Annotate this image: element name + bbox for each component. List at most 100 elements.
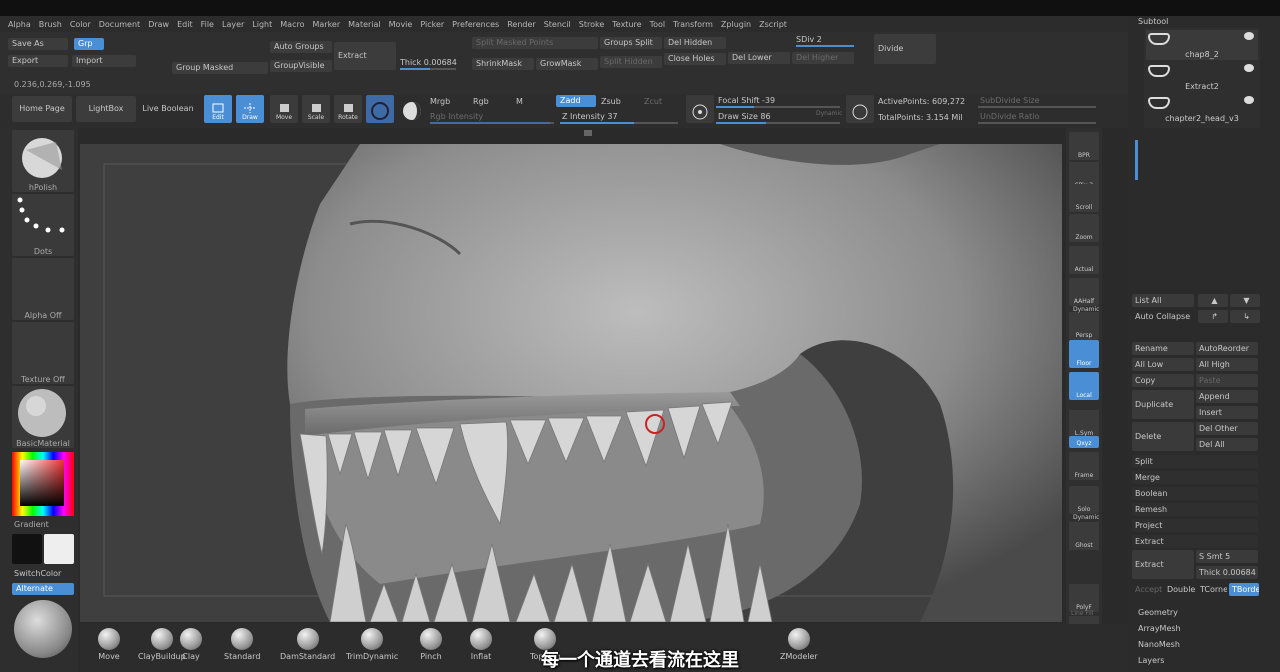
split-masked-points-button[interactable]: Split Masked Points <box>472 37 598 49</box>
draw-size-slider[interactable] <box>716 122 840 124</box>
main-color-swatch[interactable] <box>12 534 42 564</box>
visibility-eye-icon[interactable] <box>1244 32 1254 40</box>
menu-zscript[interactable]: Zscript <box>759 20 787 29</box>
grow-mask-button[interactable]: GrowMask <box>536 58 598 70</box>
menu-layer[interactable]: Layer <box>222 20 244 29</box>
menu-draw[interactable]: Draw <box>148 20 169 29</box>
menu-alpha[interactable]: Alpha <box>8 20 31 29</box>
subtool-scrollbar[interactable] <box>1135 140 1138 180</box>
visibility-eye-icon[interactable] <box>1244 96 1254 104</box>
split-hidden-button[interactable]: Split Hidden <box>600 56 662 68</box>
save-as-button[interactable]: Save As <box>8 38 68 50</box>
remesh-section[interactable]: Remesh <box>1132 503 1258 516</box>
arrow-up-right-button[interactable]: ↱ <box>1198 310 1228 323</box>
arrow-down-right-button[interactable]: ↳ <box>1230 310 1260 323</box>
del-hidden-button[interactable]: Del Hidden <box>664 37 726 49</box>
viewport-canvas[interactable] <box>80 144 1062 622</box>
draw-button[interactable]: Draw <box>236 95 264 123</box>
focal-shift-slider[interactable] <box>716 106 840 108</box>
menu-material[interactable]: Material <box>348 20 381 29</box>
switch-color-button[interactable]: SwitchColor <box>14 569 61 578</box>
zcut-toggle[interactable]: Zcut <box>644 97 662 106</box>
rename-button[interactable]: Rename <box>1132 342 1194 355</box>
subtool-item[interactable]: chap8_2 <box>1146 30 1258 60</box>
rgb-toggle[interactable]: Rgb <box>473 97 489 106</box>
geometry-section[interactable]: Geometry <box>1138 608 1178 617</box>
rotate-button[interactable]: Rotate <box>334 95 362 123</box>
right-bpr-button[interactable]: BPR <box>1069 132 1099 160</box>
menu-stroke[interactable]: Stroke <box>579 20 605 29</box>
duplicate-button[interactable]: Duplicate <box>1132 390 1194 419</box>
menu-preferences[interactable]: Preferences <box>452 20 499 29</box>
array-mesh-section[interactable]: ArrayMesh <box>1138 624 1181 633</box>
group-visible-button[interactable]: GroupVisible <box>270 60 332 72</box>
del-lower-button[interactable]: Del Lower <box>728 52 790 64</box>
auto-groups-button[interactable]: Auto Groups <box>270 41 332 53</box>
split-section[interactable]: Split <box>1132 455 1258 468</box>
menu-light[interactable]: Light <box>252 20 272 29</box>
home-page-button[interactable]: Home Page <box>12 96 72 122</box>
divide-button[interactable]: Divide <box>874 34 936 64</box>
menu-file[interactable]: File <box>201 20 214 29</box>
tborde-toggle[interactable]: TBorde <box>1229 583 1259 596</box>
menu-render[interactable]: Render <box>507 20 535 29</box>
menu-tool[interactable]: Tool <box>650 20 666 29</box>
right-solo-button[interactable]: Solo <box>1069 486 1099 514</box>
right-l-sym-button[interactable]: L.Sym <box>1069 410 1099 438</box>
right-persp-button[interactable]: Persp <box>1069 312 1099 340</box>
subtool-item[interactable]: Extract2 <box>1146 62 1258 92</box>
tcorne-toggle[interactable]: TCorne <box>1197 583 1227 596</box>
group-masked-button[interactable]: Group Masked <box>172 62 268 74</box>
z-intensity-slider[interactable] <box>560 122 678 124</box>
right-actual-button[interactable]: Actual <box>1069 246 1099 274</box>
visibility-eye-icon[interactable] <box>1244 64 1254 72</box>
shrink-mask-button[interactable]: ShrinkMask <box>472 58 534 70</box>
canvas-scroll-handle[interactable] <box>584 130 592 136</box>
menu-macro[interactable]: Macro <box>280 20 304 29</box>
subdivide-size-slider[interactable] <box>978 106 1096 108</box>
boolean-section[interactable]: Boolean <box>1132 487 1258 500</box>
zsub-toggle[interactable]: Zsub <box>601 97 621 106</box>
rgb-intensity-slider[interactable] <box>430 122 554 124</box>
subtool-item[interactable]: chapter2_head_v3 <box>1146 94 1258 124</box>
sdiv-slider[interactable] <box>796 45 854 47</box>
right-zoom-button[interactable]: Zoom <box>1069 214 1099 242</box>
scale-button[interactable]: Scale <box>302 95 330 123</box>
all-high-button[interactable]: All High <box>1196 358 1258 371</box>
move-up-button[interactable]: ▲ <box>1198 294 1228 307</box>
edit-button[interactable]: Edit <box>204 95 232 123</box>
material-sphere-button[interactable] <box>398 95 426 123</box>
right-floor-button[interactable]: Floor <box>1069 340 1099 368</box>
right-ghost-button[interactable]: Ghost <box>1069 522 1099 550</box>
alternate-toggle[interactable]: Alternate <box>12 583 74 595</box>
right-scroll-button[interactable]: Scroll <box>1069 184 1099 212</box>
grp-button[interactable]: Grp <box>74 38 104 50</box>
close-holes-button[interactable]: Close Holes <box>664 53 726 65</box>
zadd-toggle[interactable]: Zadd <box>556 95 596 107</box>
groups-split-button[interactable]: Groups Split <box>600 37 662 49</box>
right-frame-button[interactable]: Frame <box>1069 452 1099 480</box>
del-higher-button[interactable]: Del Higher <box>792 52 854 64</box>
del-all-button[interactable]: Del All <box>1196 438 1258 451</box>
right-aahalf-button[interactable]: AAHalf <box>1069 278 1099 306</box>
color-picker[interactable] <box>12 452 74 516</box>
move-button[interactable]: Move <box>270 95 298 123</box>
double-toggle[interactable]: Double <box>1164 583 1196 596</box>
insert-button[interactable]: Insert <box>1196 406 1258 419</box>
accept-button[interactable]: Accept <box>1132 583 1162 596</box>
live-boolean-button[interactable]: Live Boolean <box>138 96 198 122</box>
thick-slider[interactable] <box>400 68 456 70</box>
menu-picker[interactable]: Picker <box>420 20 444 29</box>
project-section[interactable]: Project <box>1132 519 1258 532</box>
extract-thick-slider[interactable]: Thick 0.00684 <box>1196 566 1258 579</box>
undivide-ratio-slider[interactable] <box>978 122 1096 124</box>
m-toggle[interactable]: M <box>516 97 523 106</box>
auto-collapse-button[interactable]: Auto Collapse <box>1132 310 1194 323</box>
copy-button[interactable]: Copy <box>1132 374 1194 387</box>
menu-edit[interactable]: Edit <box>177 20 193 29</box>
move-down-button[interactable]: ▼ <box>1230 294 1260 307</box>
s-smt-slider[interactable]: S Smt 5 <box>1196 550 1258 563</box>
list-all-button[interactable]: List All <box>1132 294 1194 307</box>
menu-transform[interactable]: Transform <box>673 20 713 29</box>
menu-brush[interactable]: Brush <box>39 20 62 29</box>
